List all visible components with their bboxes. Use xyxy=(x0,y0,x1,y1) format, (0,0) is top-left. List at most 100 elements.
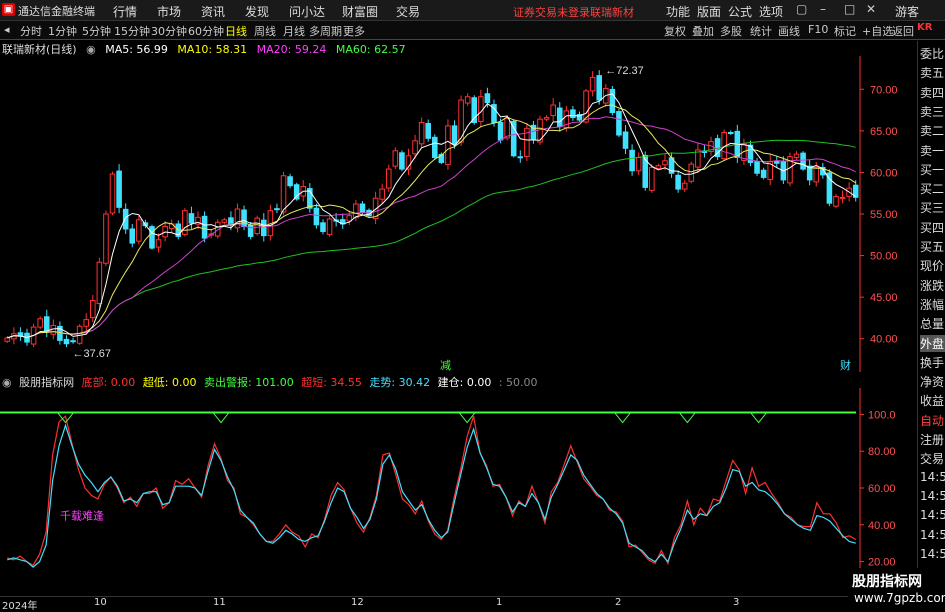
candle-body xyxy=(293,184,300,200)
price-chart[interactable]: 70.00 65.00 60.00 55.00 50.00 45.00 40.00 ←72.3… xyxy=(0,56,915,372)
ma20-label: MA20: 59.24 xyxy=(256,43,327,56)
candle-body xyxy=(833,196,839,207)
stock-link[interactable]: 联瑞新材 xyxy=(590,4,634,20)
side-panel-item: 总量 xyxy=(920,317,945,332)
watermark: 股朋指标网 www.7gpzb.com xyxy=(848,568,945,609)
menu-layout[interactable]: 版面 xyxy=(697,3,721,20)
candle-body xyxy=(412,140,418,155)
login-alert[interactable]: 证券交易未登录 xyxy=(513,4,590,20)
candle-body xyxy=(727,132,734,135)
side-panel-item[interactable]: 自动 xyxy=(920,412,945,429)
ma10-line xyxy=(7,104,856,339)
menu-news[interactable]: 资讯 xyxy=(201,3,225,20)
menu-formula[interactable]: 公式 xyxy=(728,3,752,20)
x-label-year: 2024年 xyxy=(2,601,38,612)
candle-body xyxy=(201,215,208,239)
btn-multi-stock[interactable]: 多股 xyxy=(720,23,742,39)
period-tab-weekly[interactable]: 周线 xyxy=(254,23,276,39)
side-panel-item: 卖二 xyxy=(920,124,945,139)
x-label-mar: 3 xyxy=(733,597,740,608)
candle-body xyxy=(313,207,320,226)
candle-body xyxy=(760,169,767,178)
candle-body xyxy=(662,160,668,166)
ma5-line xyxy=(7,93,856,339)
candle-body xyxy=(754,160,760,174)
minimize-icon[interactable]: – xyxy=(820,2,826,16)
candle-body xyxy=(385,168,392,189)
candle-body xyxy=(182,210,188,235)
menu-quotes[interactable]: 行情 xyxy=(113,3,137,20)
btn-mark[interactable]: 标记 xyxy=(834,23,856,39)
quote-side-panel: 委比 卖五 卖四 卖三 卖二 卖一 买一 买二 买三 买四 买五 现价 涨跌 涨幅 总量 外盘 换手 净资 收益 自动… xyxy=(917,41,945,609)
candle-body xyxy=(635,156,642,172)
period-tab-1m[interactable]: 1分钟 xyxy=(48,23,77,39)
period-tab-more[interactable]: 更多 xyxy=(343,23,365,39)
menu-discover[interactable]: 发现 xyxy=(245,3,269,20)
btn-overlay[interactable]: 叠加 xyxy=(692,23,714,39)
candle-body xyxy=(392,150,399,167)
side-panel-item[interactable]: 交易 xyxy=(920,450,945,467)
candle-body xyxy=(234,208,241,229)
period-tab-30m[interactable]: 30分钟 xyxy=(151,23,187,39)
side-panel-item: 卖三 xyxy=(920,104,945,119)
restore-icon[interactable]: ▢ xyxy=(796,2,807,16)
ma60-label: MA60: 62.57 xyxy=(335,43,406,56)
candle-body xyxy=(188,213,195,224)
side-panel-item[interactable]: 注册 xyxy=(920,431,945,448)
candle-body xyxy=(813,166,820,183)
candle-body xyxy=(471,97,478,124)
candle-body xyxy=(451,125,458,145)
period-tab-15m[interactable]: 15分钟 xyxy=(114,23,150,39)
peak-marker xyxy=(750,412,767,424)
menu-function[interactable]: 功能 xyxy=(666,3,690,20)
period-tab-multi[interactable]: 多周期 xyxy=(309,23,342,39)
candle-body xyxy=(274,208,280,211)
back-icon[interactable]: ◂ xyxy=(4,23,10,36)
candle-body xyxy=(497,122,504,141)
menu-ask[interactable]: 问小达 xyxy=(289,3,325,20)
side-panel-item: 买一 xyxy=(920,162,945,177)
legend-toggle-icon[interactable]: ◉ xyxy=(86,43,96,56)
price-tick-label: 40.00 xyxy=(870,334,898,346)
candle-body xyxy=(326,218,333,235)
menu-trade[interactable]: 交易 xyxy=(396,3,420,20)
trend-line xyxy=(7,423,856,568)
candle-body xyxy=(800,152,806,170)
btn-draw[interactable]: 画线 xyxy=(778,23,800,39)
period-tab-daily[interactable]: 日线 xyxy=(225,23,247,39)
candle-body xyxy=(261,219,267,237)
candle-body xyxy=(484,93,491,104)
menu-wealth[interactable]: 财富圈 xyxy=(342,3,378,20)
indicator-chart[interactable]: 100.0 80.00 60.00 40.00 20.00 千载难逢 xyxy=(0,388,915,594)
candle-body xyxy=(122,208,129,230)
candle-body xyxy=(655,165,662,169)
side-panel-item: 买三 xyxy=(920,201,945,216)
menu-options[interactable]: 选项 xyxy=(759,3,783,20)
period-tab-monthly[interactable]: 月线 xyxy=(283,23,305,39)
kr-badge: KR xyxy=(917,22,945,40)
candle-body xyxy=(221,219,228,223)
candle-body xyxy=(241,209,247,227)
btn-return[interactable]: 返回 xyxy=(892,23,914,39)
side-panel-item: 外盘 xyxy=(920,334,945,352)
menu-market[interactable]: 市场 xyxy=(157,3,181,20)
candle-body xyxy=(353,203,359,219)
watermark-title: 股朋指标网 xyxy=(852,574,922,590)
close-icon[interactable]: ✕ xyxy=(866,2,876,16)
candle-body xyxy=(399,152,405,170)
guest-label[interactable]: 游客 xyxy=(895,3,919,20)
candle-body xyxy=(774,161,780,164)
period-tab-5m[interactable]: 5分钟 xyxy=(82,23,111,39)
x-label-feb: 2 xyxy=(615,597,622,608)
period-tab-60m[interactable]: 60分钟 xyxy=(188,23,224,39)
candle-body xyxy=(287,176,293,187)
period-tab-minute[interactable]: 分时 xyxy=(20,23,42,39)
btn-stats[interactable]: 统计 xyxy=(750,23,772,39)
btn-adjust[interactable]: 复权 xyxy=(664,23,686,39)
maximize-icon[interactable]: □ xyxy=(844,2,855,16)
side-panel-item: 收益 xyxy=(920,394,945,409)
x-label-oct: 10 xyxy=(94,597,107,608)
btn-f10[interactable]: F10 xyxy=(808,23,828,36)
signal-label: 千载难逢 xyxy=(60,509,104,522)
btn-add-favorite[interactable]: +自选 xyxy=(862,23,893,39)
